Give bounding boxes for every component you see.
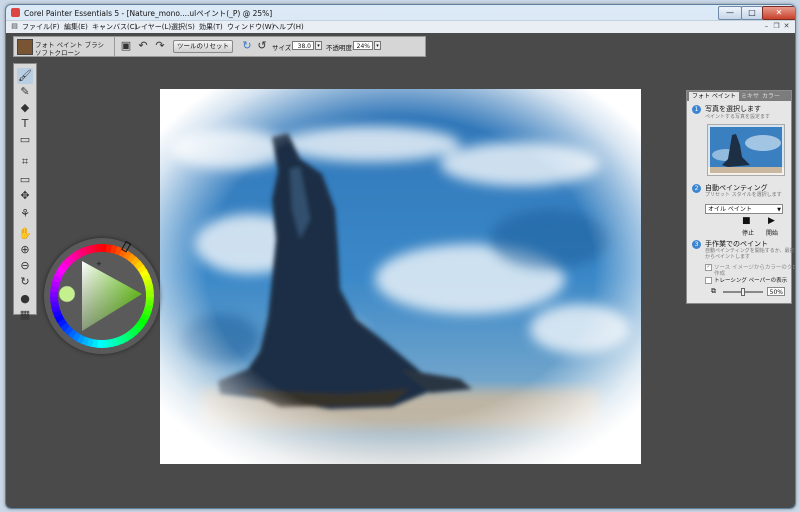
- panel-tabs: フォト ペイント ミキサ カラー: [687, 91, 791, 101]
- rectangle-select-tool[interactable]: ▭: [17, 172, 33, 188]
- tracing-paper-label: トレーシング ペーパーの表示: [714, 278, 788, 284]
- rotate-tool[interactable]: ↻: [17, 274, 33, 290]
- hue-ring-segment: [145, 289, 154, 297]
- menu-edit[interactable]: 編集(E): [64, 22, 88, 32]
- step2-desc: プリセット スタイルを選択します: [705, 192, 782, 198]
- tracing-paper-checkbox[interactable]: [705, 277, 712, 284]
- clone-brush-icon[interactable]: ↻: [240, 39, 254, 53]
- doc-restore-icon[interactable]: ❐: [772, 22, 781, 31]
- minimize-button[interactable]: —: [718, 6, 742, 20]
- texture-swatch[interactable]: ▦: [17, 307, 33, 323]
- paint-bucket-tool[interactable]: ◆: [17, 100, 33, 116]
- crop-tool[interactable]: ⌗: [17, 154, 33, 170]
- tracing-opacity-slider-thumb[interactable]: [741, 288, 745, 296]
- menu-bar: ▤ ファイル(F) 編集(E) キャンバス(C) レイヤー(L) 選択(S) 効…: [6, 20, 795, 33]
- app-icon[interactable]: [11, 8, 20, 17]
- zoom-out-tool[interactable]: ⊖: [17, 258, 33, 274]
- property-bar: ▣ ↶ ↷ ツールのリセット ↻ ↺ サイズ: 38.0 ▾ 不透明度: 24%…: [114, 36, 426, 57]
- brush-tool[interactable]: 🖌: [17, 68, 33, 84]
- tracing-opacity-slider[interactable]: [723, 288, 763, 296]
- selected-color-swatch[interactable]: [58, 285, 76, 303]
- menu-canvas[interactable]: キャンバス(C): [92, 22, 137, 32]
- dropper-tool[interactable]: ✎: [17, 84, 33, 100]
- clone-tool[interactable]: ⚘: [17, 206, 33, 222]
- brush-variant-label: ソフトクローン: [35, 49, 81, 57]
- color-wheel-graphic[interactable]: +: [44, 238, 160, 354]
- start-label[interactable]: 開始: [766, 228, 778, 237]
- close-button[interactable]: ✕: [762, 6, 795, 20]
- title-bar: Corel Painter Essentials 5 - [Nature_mon…: [6, 5, 795, 20]
- size-field[interactable]: 38.0: [292, 41, 314, 50]
- zoom-in-tool[interactable]: ⊕: [17, 242, 33, 258]
- tracing-opacity-icon: ⧉: [711, 287, 716, 295]
- tab-color[interactable]: カラー: [759, 92, 783, 101]
- text-tool[interactable]: T: [17, 116, 33, 132]
- play-icon[interactable]: ▶: [768, 217, 775, 226]
- opacity-label: 不透明度:: [326, 44, 355, 52]
- transform-tool[interactable]: ✥: [17, 188, 33, 204]
- clone-color-label: ソース イメージからカラーのクローン: [714, 265, 795, 271]
- menu-layer[interactable]: レイヤー(L): [134, 22, 171, 32]
- step2-number: 2: [692, 184, 701, 193]
- app-window: Corel Painter Essentials 5 - [Nature_mon…: [5, 4, 796, 509]
- chevron-down-icon: ▼: [777, 207, 781, 213]
- stop-label[interactable]: 停止: [742, 228, 754, 237]
- save-icon[interactable]: ▣: [119, 39, 133, 53]
- menu-file[interactable]: ファイル(F): [22, 22, 60, 32]
- doc-minimize-icon[interactable]: –: [762, 22, 771, 31]
- step3-number: 3: [692, 240, 701, 249]
- reset-tool-button[interactable]: ツールのリセット: [173, 40, 233, 53]
- tab-photo-paint[interactable]: フォト ペイント: [689, 92, 739, 101]
- brush-selector[interactable]: フォト ペイント ブラシ ソフトクローン: [13, 36, 115, 57]
- tracing-opacity-value[interactable]: 50%: [767, 287, 785, 296]
- doc-close-icon[interactable]: ✕: [782, 22, 791, 31]
- stop-icon[interactable]: ■: [742, 217, 751, 226]
- menu-window[interactable]: ウィンドウ(W): [227, 22, 274, 32]
- menu-help[interactable]: ヘルプ(H): [272, 22, 304, 32]
- step1-title: 写真を選択します: [705, 105, 761, 113]
- thumbnail-image: [708, 125, 784, 175]
- photo-paint-panel: フォト ペイント ミキサ カラー 1 写真を選択します ペイントする写真を設定ま…: [686, 90, 795, 304]
- size-label: サイズ:: [272, 44, 294, 52]
- redo-icon[interactable]: ↷: [153, 39, 167, 53]
- step1-number: 1: [692, 105, 701, 114]
- step1-desc: ペイントする写真を設定ます: [705, 114, 771, 120]
- menu-effects[interactable]: 効果(T): [199, 22, 223, 32]
- brush-mode-icon[interactable]: ↺: [255, 39, 269, 53]
- preset-style-select[interactable]: オイル ペイント ▼: [705, 204, 783, 214]
- size-dropdown[interactable]: ▾: [315, 41, 322, 50]
- document-icon[interactable]: ▤: [10, 22, 19, 31]
- canvas[interactable]: [160, 89, 641, 464]
- workspace: フォト ペイント ブラシ ソフトクローン ▣ ↶ ↷ ツールのリセット ↻ ↺ …: [6, 33, 795, 508]
- saturation-marker-icon[interactable]: +: [96, 260, 102, 268]
- menu-select[interactable]: 選択(S): [171, 22, 195, 32]
- toolbox: 🖌 ✎ ◆ T ▭ ⌗ ▭ ✥ ⚘ ✋ ⊕ ⊖ ↻ ● ▦: [13, 63, 37, 321]
- maximize-button[interactable]: □: [741, 6, 763, 20]
- opacity-field[interactable]: 24%: [353, 41, 373, 50]
- step3-desc-line2: からペイントします: [705, 254, 751, 260]
- preset-style-value: オイル ペイント: [708, 206, 752, 213]
- undo-icon[interactable]: ↶: [136, 39, 150, 53]
- opacity-dropdown[interactable]: ▾: [374, 41, 381, 50]
- eraser-tool[interactable]: ▭: [17, 132, 33, 148]
- clone-color-checkbox[interactable]: ✓: [705, 264, 712, 271]
- grabber-tool[interactable]: ✋: [17, 226, 33, 242]
- brush-category-icon[interactable]: [17, 39, 33, 55]
- color-wheel[interactable]: +: [44, 238, 160, 354]
- color-swatches[interactable]: ●: [17, 291, 33, 307]
- source-photo-thumbnail[interactable]: [707, 124, 785, 176]
- painting-artwork: [160, 89, 641, 464]
- window-title: Corel Painter Essentials 5 - [Nature_mon…: [24, 9, 273, 18]
